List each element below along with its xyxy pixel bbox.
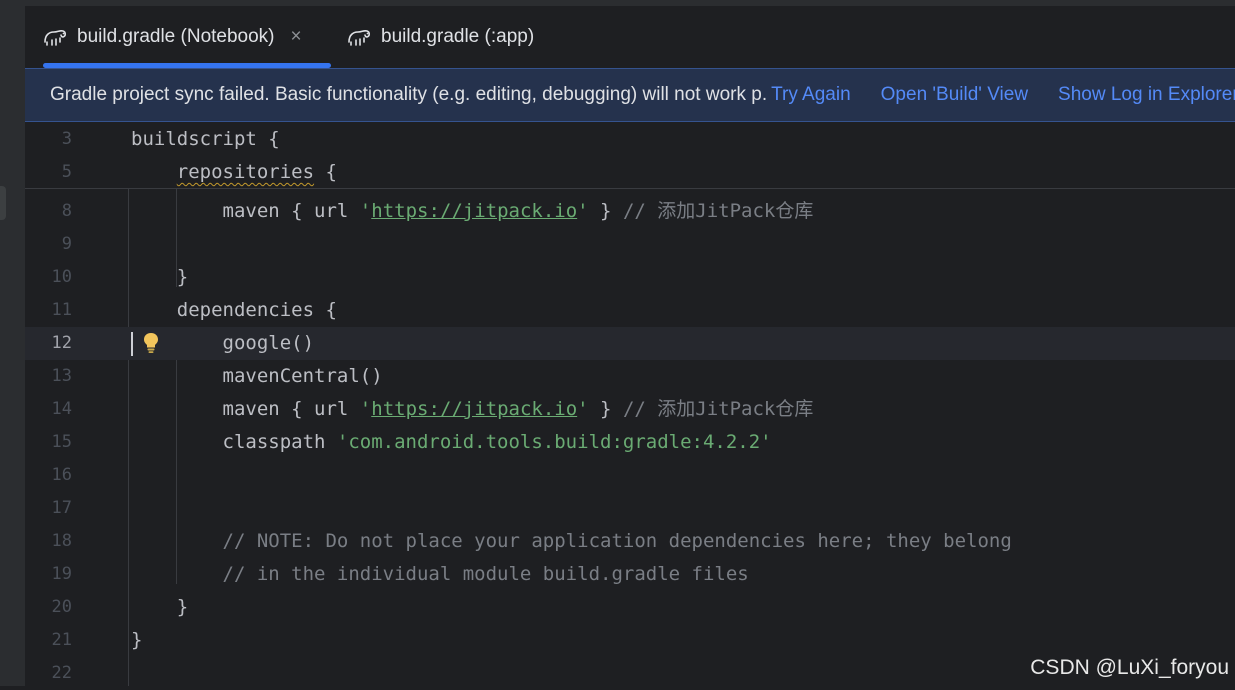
line-number: 19 — [51, 564, 72, 584]
code-text: dependencies { — [176, 299, 337, 321]
line-number: 3 — [61, 129, 72, 149]
close-tab-icon[interactable]: × — [291, 26, 302, 48]
text-caret — [131, 332, 133, 356]
sticky-lines-separator — [25, 188, 1235, 189]
open-build-view-link[interactable]: Open 'Build' View — [881, 84, 1028, 106]
editor-tab-bar: build.gradle (Notebook) × build.gradle (… — [25, 6, 1235, 68]
line-number: 22 — [51, 663, 72, 683]
gradle-elephant-icon — [347, 26, 373, 48]
tool-window-handle[interactable] — [0, 186, 6, 220]
code-line: 15 classpath 'com.android.tools.build:gr… — [25, 426, 1235, 459]
code-text: // NOTE: Do not place your application d… — [222, 530, 1012, 552]
code-text: // in the individual module build.gradle… — [222, 563, 749, 585]
code-line: 9 — [25, 228, 1235, 261]
code-text: buildscript { — [131, 128, 280, 150]
line-number: 12 — [51, 333, 72, 353]
url-link: https://jitpack.io — [371, 200, 578, 222]
tab-build-gradle-notebook[interactable]: build.gradle (Notebook) × — [43, 6, 331, 68]
show-log-link[interactable]: Show Log in Explorer — [1058, 84, 1235, 106]
tab-label: build.gradle (Notebook) — [77, 26, 275, 47]
line-number: 13 — [51, 366, 72, 386]
code-line: 16 — [25, 459, 1235, 492]
line-number: 20 — [51, 597, 72, 617]
line-number: 21 — [51, 630, 72, 650]
code-line: 3 buildscript { — [25, 123, 1235, 156]
lightbulb-icon[interactable] — [142, 331, 160, 360]
line-number: 10 — [51, 267, 72, 287]
tab-label: build.gradle (:app) — [381, 26, 535, 47]
line-number: 8 — [61, 201, 72, 221]
gradle-elephant-icon — [43, 26, 69, 48]
code-text: maven { url 'https://jitpack.io' } // 添加… — [222, 398, 814, 420]
line-number: 9 — [61, 234, 72, 254]
line-number: 11 — [51, 300, 72, 320]
line-number: 14 — [51, 399, 72, 419]
try-again-link[interactable]: Try Again — [771, 84, 851, 106]
code-line: 14 maven { url 'https://jitpack.io' } //… — [25, 393, 1235, 426]
sync-failed-banner: Gradle project sync failed. Basic functi… — [25, 68, 1235, 122]
code-line: 8 maven { url 'https://jitpack.io' } // … — [25, 195, 1235, 228]
code-line: 17 — [25, 492, 1235, 525]
left-tool-strip — [0, 0, 25, 686]
code-line: 10 } — [25, 261, 1235, 294]
code-line: 5 repositories { — [25, 156, 1235, 189]
code-line: 18 // NOTE: Do not place your applicatio… — [25, 525, 1235, 558]
code-line: 19 // in the individual module build.gra… — [25, 558, 1235, 591]
watermark: CSDN @LuXi_foryou — [1030, 656, 1229, 679]
code-text: } — [131, 629, 143, 651]
tab-build-gradle-app[interactable]: build.gradle (:app) — [347, 6, 534, 68]
code-line: 21 } — [25, 624, 1235, 657]
code-text: repositories { — [176, 161, 337, 183]
warning-squiggle: repositories — [176, 161, 315, 183]
url-link: https://jitpack.io — [371, 398, 578, 420]
code-text: classpath 'com.android.tools.build:gradl… — [222, 431, 772, 453]
code-line: 13 mavenCentral() — [25, 360, 1235, 393]
line-number: 16 — [51, 465, 72, 485]
line-number: 15 — [51, 432, 72, 452]
code-editor[interactable]: 3 buildscript { 5 repositories { 8 maven… — [25, 122, 1235, 686]
code-line: 11 dependencies { — [25, 294, 1235, 327]
code-text: mavenCentral() — [222, 365, 383, 387]
current-code-line: 12 google() — [25, 327, 1235, 360]
code-text: } — [176, 266, 189, 288]
line-number: 5 — [61, 162, 72, 182]
line-number: 17 — [51, 498, 72, 518]
banner-message: Gradle project sync failed. Basic functi… — [50, 84, 768, 105]
code-text: maven { url 'https://jitpack.io' } // 添加… — [222, 200, 814, 222]
code-text: } — [176, 596, 189, 618]
code-line: 20 } — [25, 591, 1235, 624]
line-number: 18 — [51, 531, 72, 551]
